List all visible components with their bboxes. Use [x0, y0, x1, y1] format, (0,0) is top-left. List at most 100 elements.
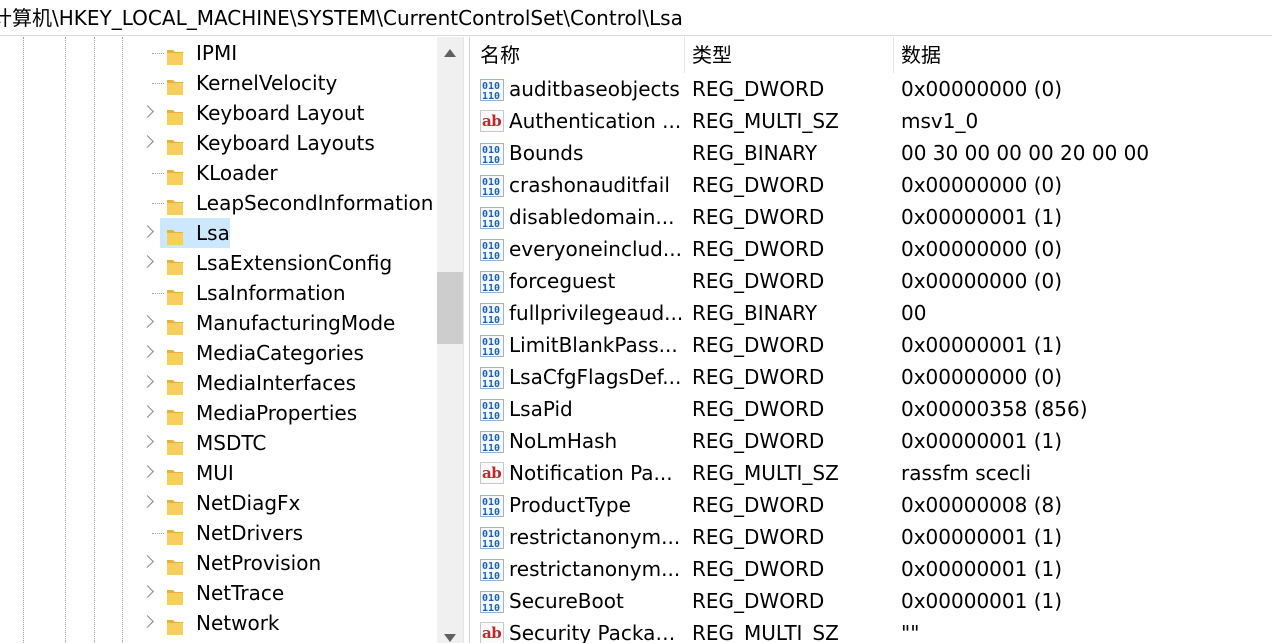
tree-item[interactable]: NetProvision — [0, 548, 437, 578]
list-row[interactable]: 010 110 LimitBlankPass... REG_DWORD 0x000000… — [470, 329, 1272, 361]
tree-item[interactable]: MSDTC — [0, 428, 437, 458]
chevron-right-icon[interactable] — [141, 585, 154, 598]
tree-item[interactable]: MediaInterfaces — [0, 368, 437, 398]
value-data: 0x00000000 (0) — [901, 237, 1063, 261]
list-row[interactable]: ab Authentication ... REG_MULTI_SZ msv1_0 — [470, 105, 1272, 137]
value-data: 00 — [901, 301, 927, 325]
tree-item[interactable]: LsaExtensionConfig — [0, 248, 437, 278]
value-name: forceguest — [509, 269, 616, 293]
column-header-data[interactable]: 数据 — [901, 37, 941, 73]
chevron-right-icon[interactable] — [141, 375, 154, 388]
chevron-right-icon[interactable] — [141, 435, 154, 448]
tree-item[interactable]: Keyboard Layouts — [0, 128, 437, 158]
registry-key-tree[interactable]: IPMI KernelVelocity Keyboard Layout Keyboar… — [0, 37, 437, 643]
tree-item[interactable]: MUI — [0, 458, 437, 488]
tree-item-label: Network — [196, 611, 280, 635]
list-row[interactable]: 010 110 restrictanonym... REG_DWORD 0x000000… — [470, 553, 1272, 585]
chevron-right-icon[interactable] — [141, 225, 154, 238]
scrollbar-thumb[interactable] — [437, 272, 463, 344]
value-type: REG_DWORD — [692, 397, 825, 421]
column-header-name[interactable]: 名称 — [480, 37, 520, 73]
scroll-up-arrow-icon[interactable] — [444, 49, 456, 57]
list-row[interactable]: 010 110 auditbaseobjects REG_DWORD 0x0000000… — [470, 73, 1272, 105]
folder-icon — [166, 194, 184, 215]
value-type: REG_DWORD — [692, 269, 825, 293]
folder-icon — [166, 314, 184, 335]
chevron-right-icon[interactable] — [141, 105, 154, 118]
tree-item[interactable]: IPMI — [0, 38, 437, 68]
tree-item-label: NetDiagFx — [196, 491, 301, 515]
tree-item[interactable]: MediaCategories — [0, 338, 437, 368]
chevron-right-icon[interactable] — [141, 495, 154, 508]
list-header: 名称 类型 数据 — [470, 37, 1272, 73]
tree-item-label: IPMI — [196, 41, 238, 65]
tree-item-label: LeapSecondInformation — [196, 191, 434, 215]
value-data: 0x00000001 (1) — [901, 429, 1063, 453]
list-row[interactable]: 010 110 LsaCfgFlagsDef... REG_DWORD 0x000000… — [470, 361, 1272, 393]
tree-item-label: KernelVelocity — [196, 71, 338, 95]
value-name: Security Packag... — [509, 621, 684, 643]
svg-text:110: 110 — [482, 187, 500, 197]
chevron-right-icon[interactable] — [141, 555, 154, 568]
tree-vertical-scrollbar[interactable] — [437, 37, 463, 643]
value-name: disabledomain... — [509, 205, 675, 229]
tree-item-label: MediaCategories — [196, 341, 364, 365]
chevron-right-icon[interactable] — [141, 135, 154, 148]
list-row[interactable]: 010 110 everyoneinclud... REG_DWORD 0x000000… — [470, 233, 1272, 265]
list-row[interactable]: 010 110 disabledomain... REG_DWORD 0x0000000… — [470, 201, 1272, 233]
list-row[interactable]: 010 110 restrictanonym... REG_DWORD 0x000000… — [470, 521, 1272, 553]
list-row[interactable]: ab Notification Pa... REG_MULTI_SZ rassfm s… — [470, 457, 1272, 489]
folder-icon — [166, 224, 184, 245]
chevron-right-icon[interactable] — [141, 345, 154, 358]
tree-item[interactable]: NetDrivers — [0, 518, 437, 548]
tree-item[interactable]: LsaInformation — [0, 278, 437, 308]
list-row[interactable]: 010 110 fullprivilegeaud... REG_BINARY 00 — [470, 297, 1272, 329]
registry-values-list[interactable]: 名称 类型 数据 010 110 auditbaseobjects REG_DWORD… — [470, 37, 1272, 643]
tree-item[interactable]: Network — [0, 608, 437, 638]
folder-icon — [166, 374, 184, 395]
svg-text:110: 110 — [482, 347, 500, 357]
tree-item-label: NetProvision — [196, 551, 322, 575]
tree-item[interactable]: Lsa — [0, 218, 437, 248]
column-divider[interactable] — [684, 37, 685, 73]
address-bar[interactable] — [0, 0, 1272, 36]
column-divider[interactable] — [893, 37, 894, 73]
chevron-right-icon[interactable] — [141, 615, 154, 628]
list-row[interactable]: 010 110 LsaPid REG_DWORD 0x00000358 (856) — [470, 393, 1272, 425]
list-row[interactable]: 010 110 NoLmHash REG_DWORD 0x00000001 (1) — [470, 425, 1272, 457]
tree-item[interactable]: NetDiagFx — [0, 488, 437, 518]
binary-value-icon: 010 110 — [480, 526, 504, 550]
value-data: 0x00000001 (1) — [901, 333, 1063, 357]
folder-icon — [166, 44, 184, 65]
list-row[interactable]: 010 110 ProductType REG_DWORD 0x00000008 (8) — [470, 489, 1272, 521]
chevron-right-icon[interactable] — [141, 405, 154, 418]
value-type: REG_DWORD — [692, 525, 825, 549]
list-row[interactable]: 010 110 crashonauditfail REG_DWORD 0x0000000… — [470, 169, 1272, 201]
tree-item[interactable]: ManufacturingMode — [0, 308, 437, 338]
chevron-right-icon[interactable] — [141, 315, 154, 328]
address-input[interactable] — [0, 0, 1264, 35]
folder-icon — [166, 524, 184, 545]
svg-text:110: 110 — [482, 91, 500, 101]
chevron-right-icon[interactable] — [141, 255, 154, 268]
value-name: NoLmHash — [509, 429, 618, 453]
tree-item-label: Lsa — [196, 221, 230, 245]
list-row[interactable]: ab Security Packag... REG_MULTI_SZ "" — [470, 617, 1272, 643]
list-row[interactable]: 010 110 Bounds REG_BINARY 00 30 00 00 00 20 … — [470, 137, 1272, 169]
svg-text:110: 110 — [482, 379, 500, 389]
column-header-type[interactable]: 类型 — [692, 37, 732, 73]
chevron-right-icon[interactable] — [141, 465, 154, 478]
value-type: REG_DWORD — [692, 173, 825, 197]
scroll-down-arrow-icon[interactable] — [444, 634, 456, 642]
binary-value-icon: 010 110 — [480, 430, 504, 454]
tree-item[interactable]: MediaProperties — [0, 398, 437, 428]
value-data: 0x00000000 (0) — [901, 269, 1063, 293]
tree-item[interactable]: KernelVelocity — [0, 68, 437, 98]
tree-item[interactable]: LeapSecondInformation — [0, 188, 437, 218]
pane-splitter[interactable] — [463, 37, 470, 643]
tree-item[interactable]: Keyboard Layout — [0, 98, 437, 128]
list-row[interactable]: 010 110 SecureBoot REG_DWORD 0x00000001 (1) — [470, 585, 1272, 617]
tree-item[interactable]: NetTrace — [0, 578, 437, 608]
tree-item[interactable]: KLoader — [0, 158, 437, 188]
list-row[interactable]: 010 110 forceguest REG_DWORD 0x00000000 (0) — [470, 265, 1272, 297]
